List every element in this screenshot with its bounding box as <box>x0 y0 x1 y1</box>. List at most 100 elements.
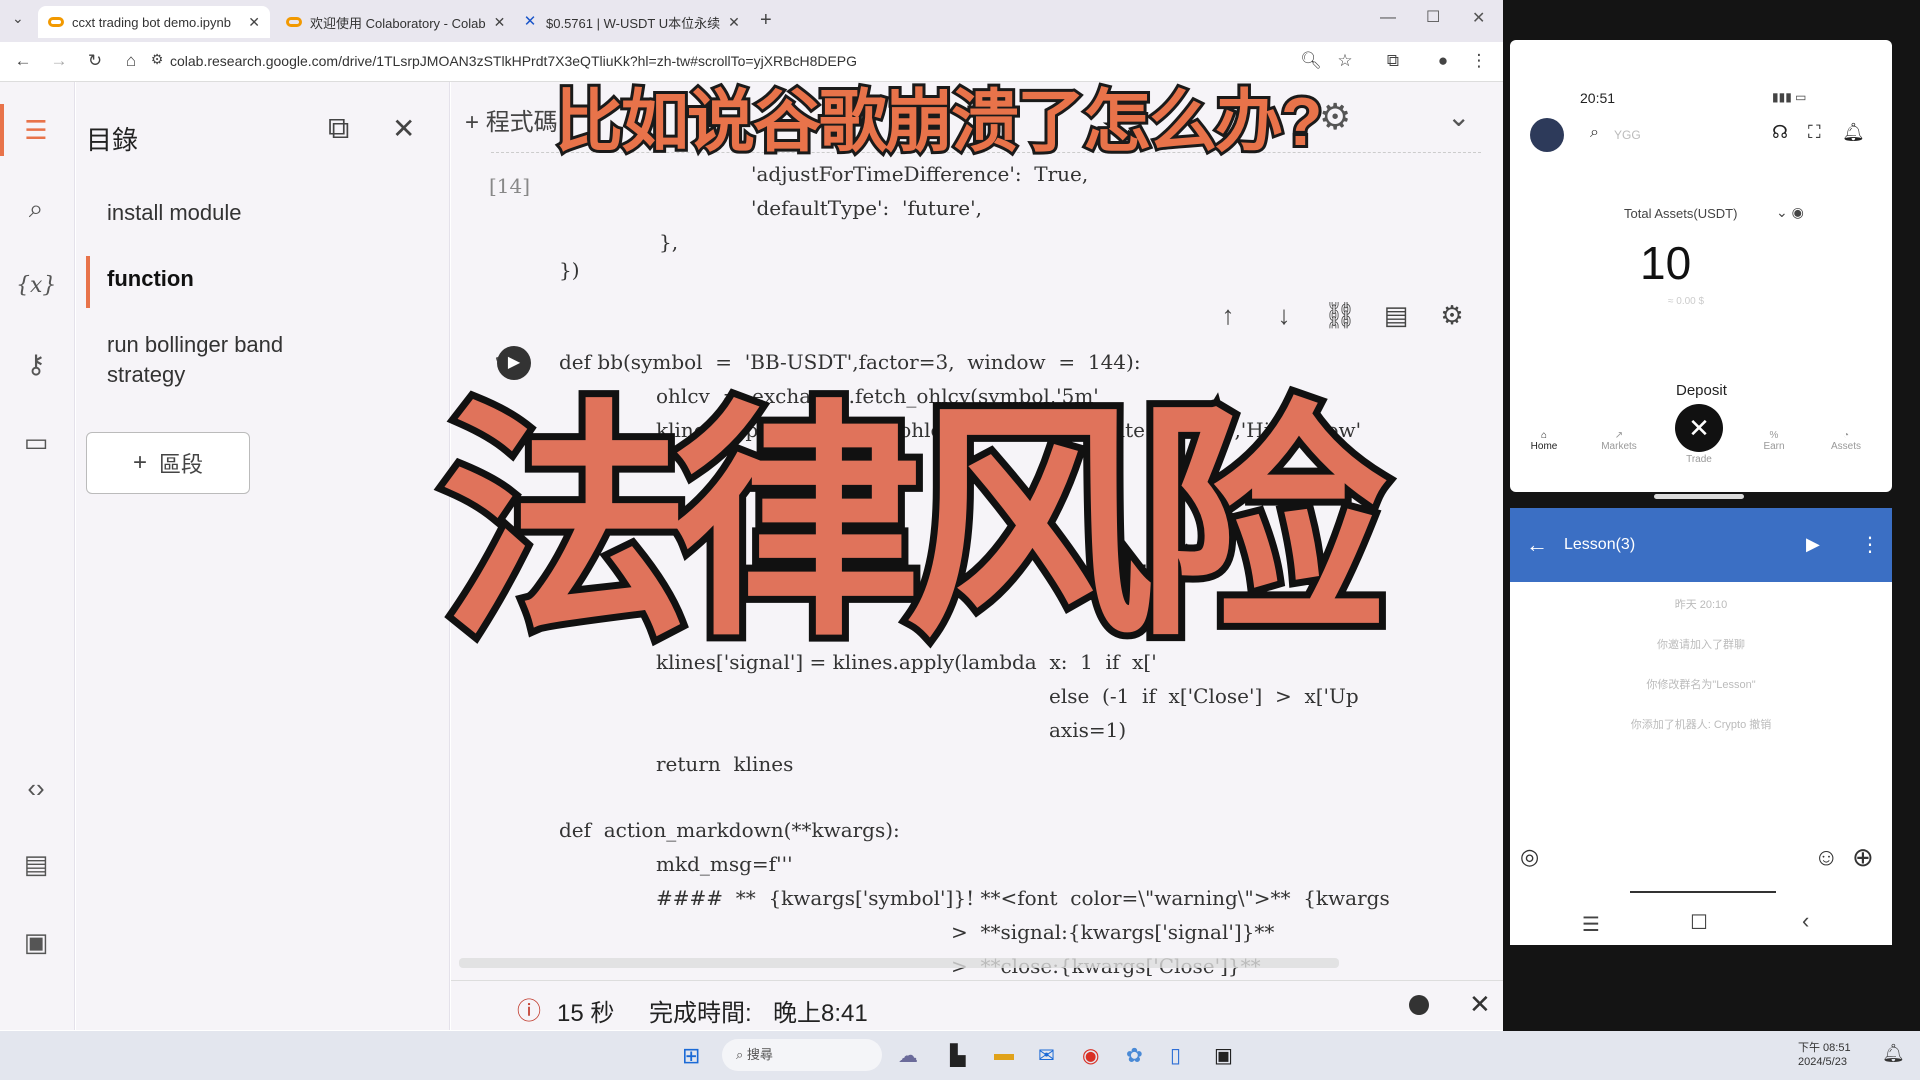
colab-icon <box>286 17 302 27</box>
extensions-icon[interactable]: ⧉ <box>1382 51 1404 71</box>
record-dot-icon[interactable] <box>1409 995 1429 1015</box>
add-section-button[interactable]: + 區段 <box>86 432 250 494</box>
nav-home[interactable]: ⌂ Home <box>1524 430 1564 452</box>
start-windows-icon[interactable]: ⊞ <box>682 1043 700 1069</box>
tab-label: 欢迎使用 Colaboratory - Colab <box>310 15 486 31</box>
mail-icon[interactable]: ✉ <box>1038 1043 1055 1068</box>
home-icon[interactable]: ⌂ <box>120 51 142 71</box>
camera-app-icon[interactable]: ▣ <box>1214 1043 1233 1068</box>
code-line[interactable]: axis=1) <box>1049 718 1126 742</box>
android-menu-icon[interactable]: ☰ <box>1582 912 1600 937</box>
forward-icon[interactable]: → <box>48 51 70 71</box>
files-folder-icon[interactable]: ▭ <box>16 422 56 462</box>
close-icon[interactable]: ✕ <box>728 14 740 31</box>
new-tab-button[interactable]: + <box>760 9 772 32</box>
back-icon[interactable]: ← <box>12 51 34 71</box>
close-icon[interactable]: ✕ <box>248 14 260 31</box>
toc-item-install-module[interactable]: install module <box>107 198 242 228</box>
secrets-key-icon[interactable]: ⚷ <box>16 344 56 384</box>
code-line[interactable]: }) <box>559 258 580 282</box>
clock-date: 2024/5/23 <box>1798 1056 1847 1068</box>
widgets-icon[interactable]: ☁ <box>898 1043 918 1068</box>
eye-icon[interactable]: ⌄ ◉ <box>1776 204 1804 221</box>
code-line[interactable]: mkd_msg=f''' <box>656 852 793 876</box>
code-line[interactable]: > **signal:{kwargs['signal']}** <box>951 920 1274 944</box>
move-up-icon[interactable]: ↑ <box>1210 300 1246 331</box>
chevron-down-icon[interactable]: ⌄ <box>1447 100 1470 133</box>
move-down-icon[interactable]: ↓ <box>1266 300 1302 331</box>
close-icon[interactable]: ✕ <box>494 14 506 31</box>
menu-icon[interactable]: ⋮ <box>1468 51 1490 71</box>
trade-button[interactable]: ✕ <box>1675 404 1723 452</box>
phone-link-icon[interactable]: ▯ <box>1170 1043 1181 1068</box>
comment-icon[interactable]: ▤ <box>1378 300 1414 331</box>
settings-gear-icon[interactable]: ⚙ <box>1319 96 1351 138</box>
split-handle[interactable] <box>1654 494 1744 499</box>
tab-colab-welcome[interactable]: 欢迎使用 Colaboratory - Colab ✕ <box>276 6 506 38</box>
maximize-icon[interactable]: ☐ <box>1426 7 1440 27</box>
back-icon[interactable]: ← <box>1526 532 1548 558</box>
chrome-icon[interactable]: ◉ <box>1082 1043 1099 1068</box>
video-call-icon[interactable]: ▶ <box>1806 534 1820 555</box>
nav-markets[interactable]: ↗ Markets <box>1594 430 1644 452</box>
code-line[interactable]: def action_markdown(**kwargs): <box>559 818 900 842</box>
cell-settings-icon[interactable]: ⚙ <box>1434 300 1470 331</box>
emoji-icon[interactable]: ☺ <box>1814 844 1839 872</box>
nav-earn[interactable]: % Earn <box>1754 430 1794 452</box>
search-icon[interactable]: ⌕ <box>1590 124 1599 142</box>
plus-icon[interactable]: ⊕ <box>1852 842 1874 873</box>
run-cell-button[interactable]: ▶ <box>497 346 531 380</box>
bookmark-star-icon[interactable]: ☆ <box>1334 51 1356 71</box>
reload-icon[interactable]: ↻ <box>84 51 106 71</box>
terminal-icon[interactable]: ▣ <box>16 922 56 962</box>
tab-ccxt-notebook[interactable]: ccxt trading bot demo.ipynb ✕ <box>38 6 270 38</box>
voice-icon[interactable]: ◎ <box>1520 844 1539 870</box>
taskbar-search[interactable]: ⌕ 搜尋 <box>722 1039 882 1071</box>
profile-icon[interactable]: ● <box>1432 51 1454 71</box>
file-explorer-icon[interactable]: ▬ <box>994 1043 1014 1066</box>
total-assets-label: Total Assets(USDT) <box>1624 206 1738 221</box>
link-icon[interactable]: ⛓ <box>1322 300 1358 331</box>
command-palette-icon[interactable]: ▤ <box>16 844 56 884</box>
minimize-icon[interactable]: — <box>1380 9 1396 27</box>
task-view-icon[interactable]: ▙ <box>950 1043 965 1068</box>
tab-exchange[interactable]: ✕ $0.5761 | W-USDT U本位永续 ✕ <box>512 6 744 38</box>
code-line[interactable]: }, <box>659 230 678 254</box>
open-in-tab-icon[interactable]: ⧉ <box>328 112 349 146</box>
execution-count: [14] <box>489 174 531 198</box>
notification-icon[interactable]: 🔔︎ <box>1882 1043 1905 1064</box>
search-icon[interactable]: ⌕ <box>16 188 56 228</box>
support-icon[interactable]: ☊ <box>1772 122 1788 143</box>
android-home-icon[interactable]: ☐ <box>1690 910 1708 935</box>
code-line[interactable]: 'defaultType': 'future', <box>751 196 982 220</box>
site-info-icon[interactable]: ⚙ <box>146 51 168 68</box>
code-line[interactable]: #### ** {kwargs['symbol']}! **<font colo… <box>656 886 1390 910</box>
toc-icon[interactable]: ☰ <box>16 110 56 150</box>
app-icon[interactable]: ✿ <box>1126 1043 1143 1068</box>
nav-assets[interactable]: ◔ Assets <box>1826 430 1866 452</box>
horizontal-scrollbar[interactable] <box>459 958 1339 968</box>
tab-search-icon[interactable]: ⌄ <box>12 10 24 27</box>
toc-item-function[interactable]: function <box>107 264 194 294</box>
colab-icon <box>48 17 64 27</box>
nav-markets-label: Markets <box>1601 441 1637 452</box>
nav-trade-label: Trade <box>1686 454 1712 465</box>
avatar[interactable] <box>1530 118 1564 152</box>
android-back-icon[interactable]: ‹ <box>1802 908 1809 934</box>
code-line[interactable]: 'adjustForTimeDifference': True, <box>751 162 1088 186</box>
toc-item-bollinger-band[interactable]: run bollinger band strategy <box>107 330 347 390</box>
add-code-button[interactable]: + 程式碼 <box>465 102 558 137</box>
close-icon[interactable]: ✕ <box>1469 989 1491 1020</box>
bell-icon[interactable]: 🔔︎ <box>1842 122 1865 143</box>
close-icon[interactable]: ✕ <box>392 112 415 145</box>
code-line[interactable]: else (-1 if x['Close'] > x['Up <box>1049 684 1359 708</box>
code-snippets-icon[interactable]: ‹› <box>16 768 56 808</box>
chat-timestamp: 昨天 20:10 <box>1674 599 1728 611</box>
variables-icon[interactable]: {x} <box>16 266 56 306</box>
more-icon[interactable]: ⋮ <box>1860 532 1880 557</box>
scan-icon[interactable]: ⛶ <box>1808 122 1821 143</box>
code-line[interactable]: def bb(symbol = 'BB-USDT',factor=3, wind… <box>559 350 1141 374</box>
search-field[interactable]: YGG <box>1614 128 1641 142</box>
window-close-icon[interactable]: ✕ <box>1472 8 1485 28</box>
code-line[interactable]: return klines <box>656 752 793 776</box>
